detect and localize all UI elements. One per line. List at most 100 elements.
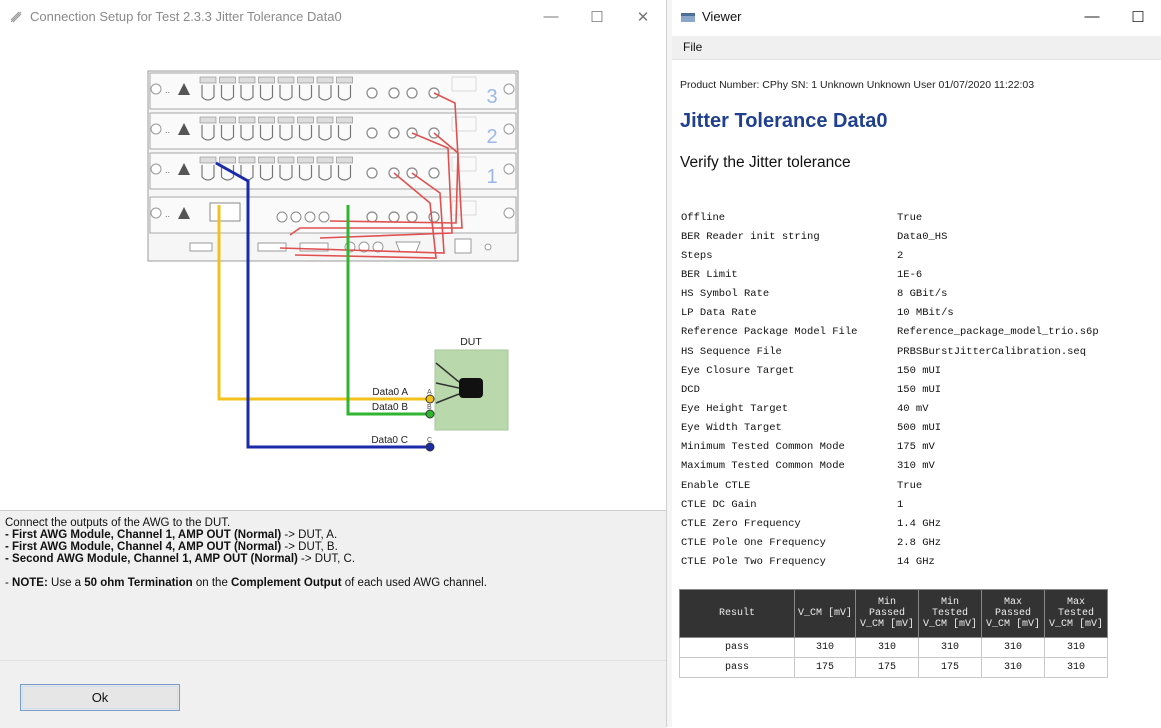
param-value: 1 — [897, 498, 904, 511]
param-row: CTLE DC Gain 1 — [681, 495, 1099, 514]
pin-label: C — [427, 437, 432, 444]
dut-block: DUT — [434, 336, 509, 431]
close-button[interactable]: ✕ — [620, 0, 666, 33]
results-header: Min Passed V_CM [mV] — [855, 589, 919, 638]
param-key: Eye Height Target — [681, 402, 789, 415]
window-title: Connection Setup for Test 2.3.3 Jitter T… — [30, 9, 342, 24]
param-value: 1.4 GHz — [897, 517, 942, 530]
param-key: LP Data Rate — [681, 307, 757, 320]
param-value: 2 — [897, 249, 904, 262]
param-row: Minimum Tested Common Mode 175 mV — [681, 438, 1099, 457]
param-row: Eye Height Target 40 mV — [681, 399, 1099, 418]
awg-module: .. 1 — [149, 152, 517, 190]
dut-pin — [425, 409, 435, 419]
param-value: PRBSBurstJitterCalibration.seq — [897, 345, 1087, 358]
param-row: Enable CTLE True — [681, 476, 1099, 495]
param-row: HS Sequence File PRBSBurstJitterCalibrati… — [681, 342, 1099, 361]
connection-setup-window: Connection Setup for Test 2.3.3 Jitter T… — [0, 0, 666, 728]
param-row: DCD 150 mUI — [681, 380, 1099, 399]
svg-text:..: .. — [165, 165, 170, 175]
module-number: 3 — [486, 86, 497, 108]
param-key: HS Sequence File — [681, 345, 782, 358]
param-row: Steps 2 — [681, 246, 1099, 265]
param-row: Reference Package Model File Reference_pa… — [681, 323, 1099, 342]
results-cell: 310 — [855, 637, 919, 658]
param-row: HS Symbol Rate 8 GBit/s — [681, 285, 1099, 304]
instruction-item: - First AWG Module, Channel 1, AMP OUT (… — [5, 529, 338, 541]
param-key: Eye Closure Target — [681, 364, 795, 377]
dut-label: DUT — [460, 336, 482, 348]
param-row: Eye Closure Target 150 mUI — [681, 361, 1099, 380]
results-cell: pass — [679, 637, 795, 658]
ok-button[interactable]: Ok — [20, 684, 180, 711]
viewer-minimize-button[interactable]: — — [1069, 0, 1115, 33]
param-value: 500 mUI — [897, 422, 942, 435]
viewer-titlebar[interactable]: Viewer — ☐ — [672, 0, 1161, 33]
results-header: Min Tested V_CM [mV] — [918, 589, 982, 638]
param-key: CTLE Pole One Frequency — [681, 536, 826, 549]
results-row: pass 310 310 310 310 310 — [679, 637, 1108, 658]
signal-label: Data0 A — [372, 387, 408, 398]
param-key: Maximum Tested Common Mode — [681, 460, 845, 473]
results-row: pass 175 175 175 310 310 — [679, 657, 1108, 678]
pin-label: A — [427, 389, 432, 396]
module-number: 2 — [486, 126, 497, 148]
param-key: CTLE Pole Two Frequency — [681, 556, 826, 569]
results-cell: 310 — [794, 637, 856, 658]
param-value: 14 GHz — [897, 556, 935, 569]
maximize-button[interactable]: ☐ — [574, 0, 620, 33]
results-cell: 175 — [855, 657, 919, 678]
results-cell: 310 — [1044, 637, 1108, 658]
param-key: CTLE Zero Frequency — [681, 517, 801, 530]
param-value: 150 mUI — [897, 383, 942, 396]
param-row: LP Data Rate 10 MBit/s — [681, 304, 1099, 323]
app-logo-icon — [10, 11, 22, 22]
awg-module: .. 2 — [149, 112, 517, 150]
results-header: V_CM [mV] — [794, 589, 856, 638]
svg-text:..: .. — [165, 85, 170, 95]
param-value: 40 mV — [897, 402, 929, 415]
signal-labels: Data0 A A Data0 B B Data0 C C — [371, 387, 432, 446]
param-key: CTLE DC Gain — [681, 498, 757, 511]
results-cell: 310 — [981, 637, 1045, 658]
param-value: 310 mV — [897, 460, 935, 473]
awg-module: .. 3 — [149, 72, 517, 110]
results-header: Max Tested V_CM [mV] — [1044, 589, 1108, 638]
pin-label: B — [427, 404, 432, 411]
menu-file[interactable]: File — [683, 40, 702, 54]
param-value: 175 mV — [897, 441, 935, 454]
param-value: True — [897, 211, 923, 224]
param-value: 8 GBit/s — [897, 288, 948, 301]
button-bar: Ok — [0, 660, 666, 728]
results-cell: 310 — [1044, 657, 1108, 678]
svg-text:..: .. — [165, 125, 170, 135]
product-info: Product Number: CPhy SN: 1 Unknown Unkno… — [680, 79, 1035, 91]
report-title: Jitter Tolerance Data0 — [680, 110, 888, 132]
instruction-note: - NOTE: Use a 50 ohm Termination on the … — [5, 577, 487, 589]
connection-diagram-svg: .. 3.. 2.. 1.. DUT Data0 A A Data0 B B Data0 C C — [147, 70, 519, 452]
param-value: 150 mUI — [897, 364, 942, 377]
results-header: Result — [679, 589, 795, 638]
param-key: BER Limit — [681, 268, 738, 281]
param-row: Eye Width Target 500 mUI — [681, 419, 1099, 438]
dut-chip — [459, 378, 483, 398]
param-row: BER Reader init string Data0_HS — [681, 227, 1099, 246]
parameters-table: Offline True BER Reader init string Data0_H… — [681, 208, 1099, 572]
results-cell: 175 — [918, 657, 982, 678]
results-cell: 310 — [918, 637, 982, 658]
param-key: Steps — [681, 249, 713, 262]
minimize-button[interactable]: — — [528, 0, 574, 33]
param-key: HS Symbol Rate — [681, 288, 770, 301]
menu-bar: File — [672, 36, 1161, 60]
svg-text:..: .. — [165, 209, 170, 219]
results-header: Max Passed V_CM [mV] — [981, 589, 1045, 638]
param-key: DCD — [681, 383, 700, 396]
signal-label: Data0 B — [372, 402, 408, 413]
dut-pin — [425, 442, 435, 452]
viewer-maximize-button[interactable]: ☐ — [1115, 0, 1161, 33]
param-key: Reference Package Model File — [681, 326, 858, 339]
param-key: Offline — [681, 211, 726, 224]
connection-setup-titlebar[interactable]: Connection Setup for Test 2.3.3 Jitter T… — [0, 0, 666, 33]
viewer-title: Viewer — [702, 9, 742, 24]
param-value: 2.8 GHz — [897, 536, 942, 549]
